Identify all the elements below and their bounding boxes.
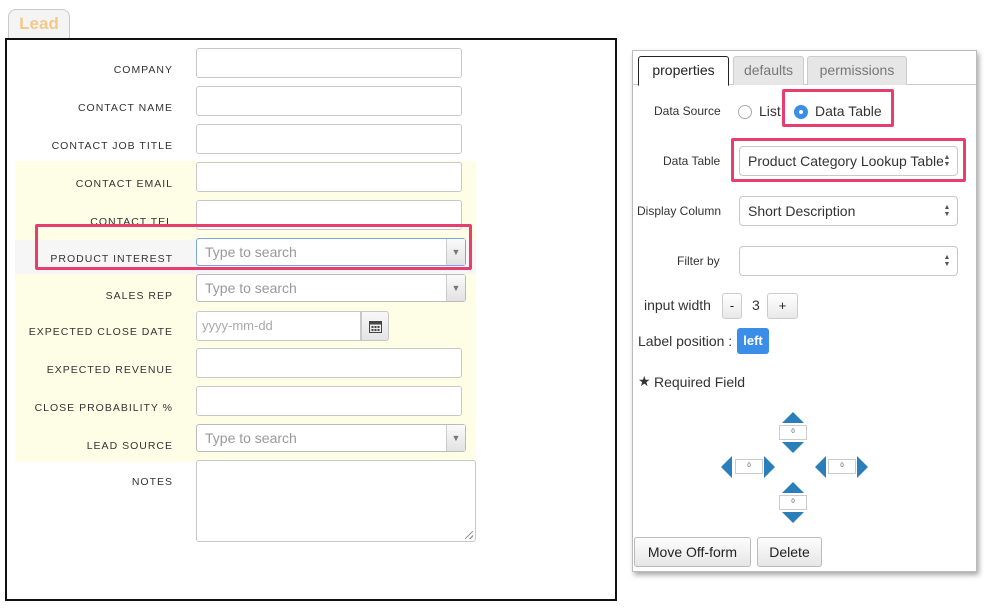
margin-left-increase-icon[interactable] [764,456,775,478]
input-width-label: input width [644,297,711,313]
expected-revenue-field[interactable] [196,348,462,378]
label-position-label: Label position : [638,333,733,349]
lead-source-placeholder: Type to search [205,430,297,446]
sales-rep-placeholder: Type to search [205,280,297,296]
display-column-value: Short Description [748,203,856,219]
chevron-down-icon[interactable]: ▼ [446,275,465,301]
margin-bottom-decrease-icon[interactable] [782,512,804,523]
required-field-label[interactable]: Required Field [654,374,745,390]
data-table-value: Product Category Lookup Table [748,153,944,169]
chevron-down-icon[interactable]: ▼ [446,425,465,451]
move-off-form-button[interactable]: Move Off-form [634,537,751,567]
radio-data-table[interactable] [794,105,808,119]
expected-revenue-label: EXPECTED REVENUE [46,364,173,376]
calendar-button[interactable] [361,311,389,341]
expected-close-date-field[interactable]: yyyy-mm-dd [196,311,361,341]
tab-properties[interactable]: properties [638,56,729,86]
lead-tab[interactable]: Lead [8,9,70,39]
data-table-select[interactable]: Product Category Lookup Table ▲ ▼ [739,146,958,176]
properties-tabs: properties defaults permissions [633,51,976,86]
calendar-icon [369,321,382,333]
margin-right-value[interactable]: 0 [828,459,856,474]
radio-list-label: List [759,103,781,119]
margin-left-value[interactable]: 0 [735,459,763,474]
radio-list[interactable] [738,105,752,119]
data-source-label: Data Source [654,104,721,118]
notes-textarea[interactable] [196,460,476,542]
delete-button[interactable]: Delete [757,537,822,567]
expected-close-date-label: EXPECTED CLOSE DATE [28,326,173,338]
form-panel: COMPANY CONTACT NAME CONTACT JOB TITLE C… [5,38,617,601]
chevron-down-icon[interactable]: ▼ [446,239,465,265]
product-interest-placeholder: Type to search [205,244,297,260]
margin-right-decrease-icon[interactable] [815,456,826,478]
margin-left-decrease-icon[interactable] [721,456,732,478]
select-arrows-icon: ▲ ▼ [943,204,951,218]
notes-label: NOTES [131,476,173,488]
star-icon: ★ [638,373,651,389]
close-probability-field[interactable] [196,386,462,416]
contact-email-label: CONTACT EMAIL [75,178,173,190]
contact-job-title-label: CONTACT JOB TITLE [51,140,173,152]
lead-source-label: LEAD SOURCE [86,440,173,452]
close-probability-label: CLOSE PROBABILITY % [34,402,173,414]
date-placeholder: yyyy-mm-dd [202,318,273,333]
company-field[interactable] [196,48,462,78]
margin-top-decrease-icon[interactable] [782,442,804,453]
sales-rep-select[interactable]: Type to search ▼ [196,274,466,302]
input-width-increase-button[interactable]: + [767,293,798,319]
properties-panel: properties defaults permissions Data Sou… [632,50,977,572]
input-width-decrease-button[interactable]: - [722,293,742,319]
contact-tel-label: CONTACT TEL [90,216,173,228]
contact-name-label: CONTACT NAME [77,102,173,114]
margin-top-increase-icon[interactable] [782,412,804,423]
label-position-left-button[interactable]: left [737,328,769,354]
tab-defaults[interactable]: defaults [733,56,804,85]
contact-email-field[interactable] [196,162,462,192]
tab-permissions[interactable]: permissions [807,56,907,85]
margin-bottom-increase-icon[interactable] [782,482,804,493]
margin-top-value[interactable]: 0 [779,425,807,440]
filter-by-label: Filter by [677,254,720,268]
sales-rep-label: SALES REP [105,290,173,302]
resize-grip-icon[interactable] [465,531,473,539]
filter-by-select[interactable]: ▲ ▼ [739,246,958,276]
input-width-value: 3 [752,297,760,313]
margin-right-increase-icon[interactable] [857,456,868,478]
display-column-select[interactable]: Short Description ▲ ▼ [739,196,958,226]
contact-name-field[interactable] [196,86,462,116]
contact-tel-field[interactable] [196,200,462,230]
margin-bottom-value[interactable]: 0 [779,495,807,510]
select-arrows-icon: ▲ ▼ [943,154,951,168]
data-table-label: Data Table [663,154,721,168]
product-interest-select[interactable]: Type to search ▼ [196,238,466,266]
product-interest-label: PRODUCT INTEREST [50,253,173,265]
select-arrows-icon: ▲ ▼ [943,254,951,268]
lead-source-select[interactable]: Type to search ▼ [196,424,466,452]
radio-data-table-label: Data Table [815,103,882,119]
company-label: COMPANY [113,64,173,76]
display-column-label: Display Column [637,204,722,218]
contact-job-title-field[interactable] [196,124,462,154]
